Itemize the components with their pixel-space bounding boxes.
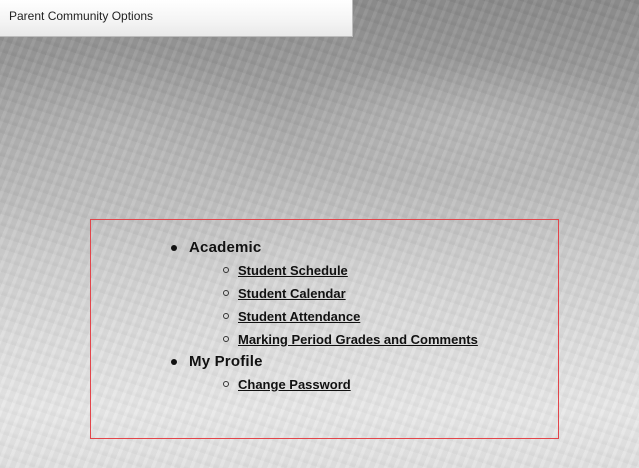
options-menu: Academic Student Schedule Student Calend… <box>91 237 558 396</box>
page-title: Parent Community Options <box>9 9 154 23</box>
section-title-academic: Academic <box>189 239 262 256</box>
student-attendance-link[interactable]: Student Attendance <box>238 309 360 324</box>
list-item: Student Schedule <box>189 259 558 282</box>
circle-bullet-icon <box>223 336 229 342</box>
list-item: Student Attendance <box>189 305 558 328</box>
bullet-icon <box>171 359 177 365</box>
circle-bullet-icon <box>223 313 229 319</box>
academic-links: Student Schedule Student Calendar Studen… <box>189 259 558 351</box>
bullet-icon <box>171 245 177 251</box>
list-item: Change Password <box>189 373 558 396</box>
marking-period-grades-link[interactable]: Marking Period Grades and Comments <box>238 332 478 347</box>
options-menu-frame: Academic Student Schedule Student Calend… <box>90 219 559 439</box>
my-profile-links: Change Password <box>189 373 558 396</box>
menu-section-my-profile: My Profile Change Password <box>91 351 558 396</box>
circle-bullet-icon <box>223 267 229 273</box>
circle-bullet-icon <box>223 381 229 387</box>
student-schedule-link[interactable]: Student Schedule <box>238 263 348 278</box>
page-header-tab: Parent Community Options <box>0 0 353 37</box>
list-item: Marking Period Grades and Comments <box>189 328 558 351</box>
section-title-my-profile: My Profile <box>189 353 263 370</box>
list-item: Student Calendar <box>189 282 558 305</box>
menu-section-academic: Academic Student Schedule Student Calend… <box>91 237 558 351</box>
circle-bullet-icon <box>223 290 229 296</box>
student-calendar-link[interactable]: Student Calendar <box>238 286 346 301</box>
change-password-link[interactable]: Change Password <box>238 377 351 392</box>
